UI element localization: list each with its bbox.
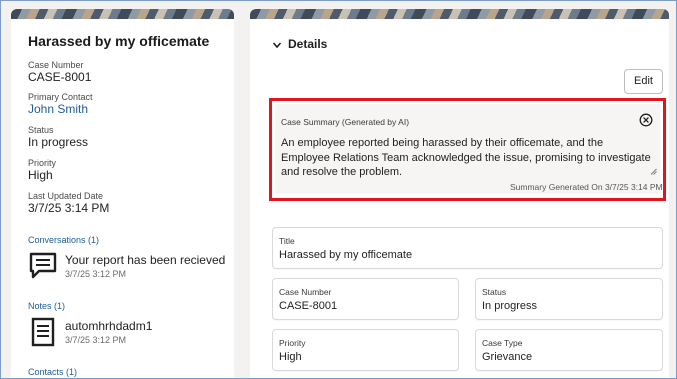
note-date: 3/7/25 3:12 PM <box>65 335 127 345</box>
status-value: In progress <box>28 135 89 149</box>
priority-value: High <box>28 168 53 182</box>
left-banner-decoration <box>11 9 234 19</box>
case-overview-panel: Harassed by my officemate Case Number CA… <box>11 19 234 378</box>
chat-bubble-icon <box>29 252 57 279</box>
conversation-item[interactable]: Your report has been recieved 3/7/25 3:1… <box>28 251 228 287</box>
case-summary-text[interactable]: An employee reported being harassed by t… <box>281 136 651 180</box>
status-label: Status <box>28 125 54 135</box>
conversations-link[interactable]: Conversations (1) <box>28 235 99 245</box>
conversation-date: 3/7/25 3:12 PM <box>65 269 127 279</box>
status-field-value: In progress <box>482 300 538 312</box>
priority-field-value: High <box>279 351 302 363</box>
title-label: Title <box>279 236 295 246</box>
details-section-title[interactable]: Details <box>288 37 327 51</box>
case-number-value: CASE-8001 <box>28 70 92 84</box>
case-summary-label: Case Summary (Generated by AI) <box>281 117 410 127</box>
chevron-down-icon[interactable] <box>272 40 282 50</box>
last-updated-value: 3/7/25 3:14 PM <box>28 201 110 215</box>
case-summary-highlight: Case Summary (Generated by AI) An employ… <box>269 98 666 201</box>
edit-button[interactable]: Edit <box>624 69 663 94</box>
priority-field-label: Priority <box>279 338 306 348</box>
title-field[interactable]: Title Harassed by my officemate <box>272 227 663 269</box>
resize-handle-icon[interactable] <box>650 168 657 175</box>
details-panel: Details Edit Case Summary (Generated by … <box>250 19 669 378</box>
title-value: Harassed by my officemate <box>279 249 413 261</box>
primary-contact-link[interactable]: John Smith <box>28 102 88 116</box>
conversation-title: Your report has been recieved <box>65 253 226 267</box>
status-field-label: Status <box>482 287 507 297</box>
note-title: automhrhdadm1 <box>65 319 153 333</box>
summary-generated-timestamp: Summary Generated On 3/7/25 3:14 PM <box>510 182 663 192</box>
right-banner-decoration <box>250 9 669 19</box>
case-number-field[interactable]: Case Number CASE-8001 <box>272 278 459 320</box>
case-type-field-value: Grievance <box>482 351 533 363</box>
case-number-label: Case Number <box>28 60 84 70</box>
app-frame: Harassed by my officemate Case Number CA… <box>0 0 677 379</box>
notes-link[interactable]: Notes (1) <box>28 301 65 311</box>
priority-field[interactable]: Priority High <box>272 329 459 371</box>
case-type-field-label: Case Type <box>482 338 523 348</box>
case-type-field[interactable]: Case Type Grievance <box>475 329 663 371</box>
contacts-link[interactable]: Contacts (1) <box>28 367 77 377</box>
priority-label: Priority <box>28 158 57 168</box>
case-number-field-value: CASE-8001 <box>279 300 338 312</box>
case-summary-field[interactable]: Case Summary (Generated by AI) An employ… <box>275 104 663 194</box>
status-field[interactable]: Status In progress <box>475 278 663 320</box>
last-updated-label: Last Updated Date <box>28 191 104 201</box>
case-number-field-label: Case Number <box>279 287 332 297</box>
case-title: Harassed by my officemate <box>28 33 210 49</box>
note-item[interactable]: automhrhdadm1 3/7/25 3:12 PM <box>28 317 228 353</box>
close-circle-icon[interactable] <box>639 113 653 127</box>
note-document-icon <box>31 317 55 347</box>
primary-contact-label: Primary Contact <box>28 92 93 102</box>
